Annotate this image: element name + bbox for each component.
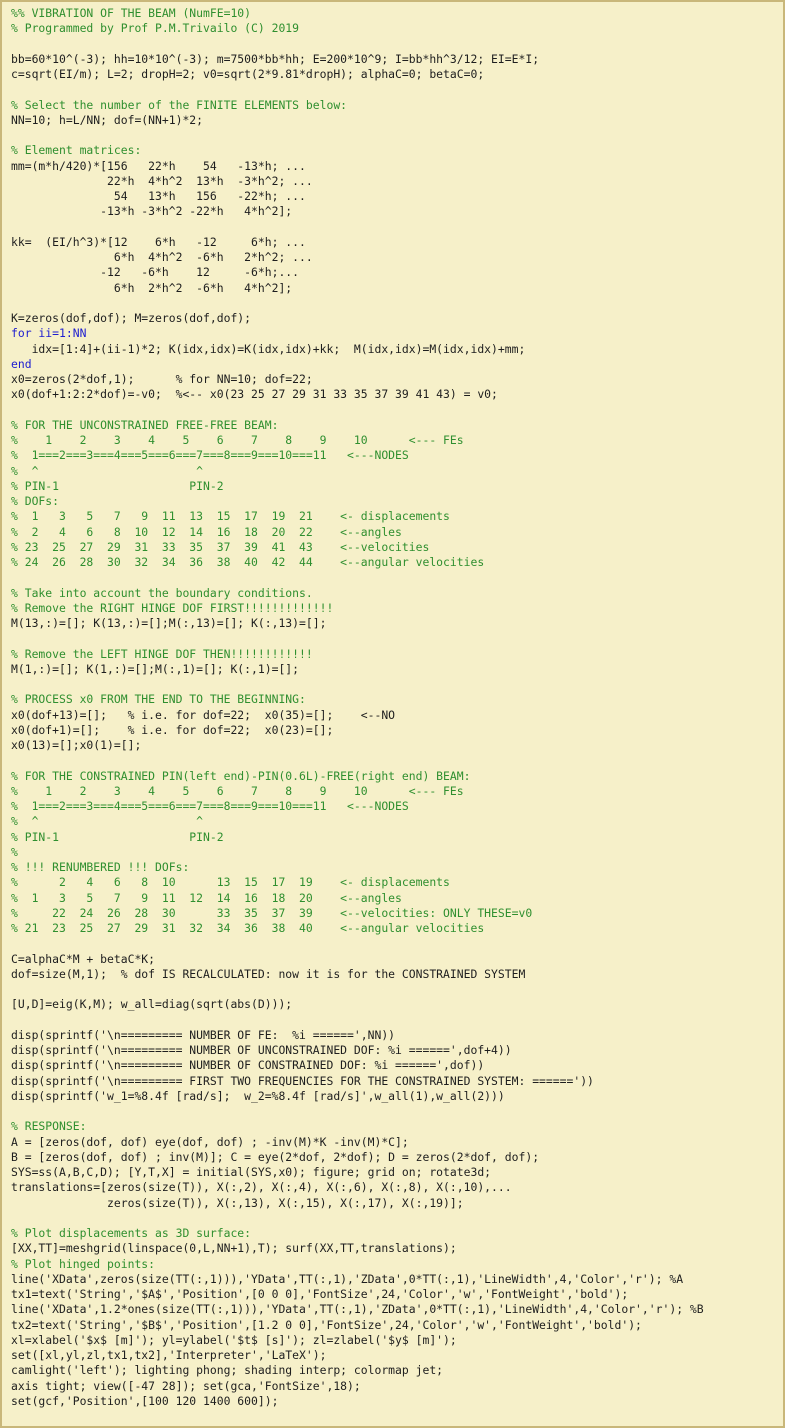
code-line: % 23 25 27 29 31 33 35 37 39 41 43 <--ve… xyxy=(11,539,430,554)
code-line: % !!! RENUMBERED !!! DOFs: xyxy=(11,860,190,874)
code-line: xl=xlabel('$x$ [m]'); yl=ylabel('$t$ [s]… xyxy=(11,1332,457,1347)
code-line: SYS=ss(A,B,C,D); [Y,T,X] = initial(SYS,x… xyxy=(11,1165,492,1179)
code-line: % ^ ^ xyxy=(11,463,204,478)
code-line: % xyxy=(11,844,18,859)
code-line: % PROCESS x0 FROM THE END TO THE BEGINNI… xyxy=(11,692,306,707)
code-line: 54 13*h 156 -22*h; ... xyxy=(11,189,306,203)
code-line: % 1===2===3===4===5===6===7===8===9===10… xyxy=(11,799,409,813)
code-line: -12 -6*h 12 -6*h;... xyxy=(11,265,300,280)
code-line: zeros(size(T)), X(:,13), X(:,15), X(:,17… xyxy=(11,1195,464,1210)
code-line: % 1 2 3 4 5 6 7 8 9 10 <--- FEs xyxy=(11,433,464,447)
code-line: x0(dof+1)=[]; % i.e. for dof=22; x0(23)=… xyxy=(11,722,334,737)
code-editor[interactable]: %% VIBRATION OF THE BEAM (NumFE=10)% Pro… xyxy=(0,0,785,1428)
code-line: % Remove the LEFT HINGE DOF THEN!!!!!!!!… xyxy=(11,646,313,661)
code-line: % Remove the RIGHT HINGE DOF FIRST!!!!!!… xyxy=(11,600,334,615)
code-line: % 1 2 3 4 5 6 7 8 9 10 <--- FEs xyxy=(11,783,464,798)
code-line: % 24 26 28 30 32 34 36 38 40 42 44 <--an… xyxy=(11,555,485,569)
code-line: c=sqrt(EI/m); L=2; dropH=2; v0=sqrt(2*9.… xyxy=(11,67,485,81)
code-line: x0=zeros(2*dof,1); % for NN=10; dof=22; xyxy=(11,372,313,386)
code-line: disp(sprintf('\n========= FIRST TWO FREQ… xyxy=(11,1073,594,1088)
code-line: B = [zeros(dof, dof) ; inv(M)]; C = eye(… xyxy=(11,1149,540,1164)
code-line: idx=[1:4]+(ii-1)*2; K(idx,idx)=K(idx,idx… xyxy=(11,341,526,356)
code-line: % FOR THE CONSTRAINED PIN(left end)-PIN(… xyxy=(11,768,471,783)
code-line: tx1=text('String','$A$','Position',[0 0 … xyxy=(11,1287,629,1301)
code-line: kk= (EI/h^3)*[12 6*h -12 6*h; ... xyxy=(11,234,306,249)
code-line: set([xl,yl,zl,tx1,tx2],'Interpreter','La… xyxy=(11,1348,327,1362)
code-line: disp(sprintf('\n========= NUMBER OF UNCO… xyxy=(11,1043,512,1057)
code-line: axis tight; view([-47 28]); set(gca,'Fon… xyxy=(11,1378,361,1393)
code-line: bb=60*10^(-3); hh=10*10^(-3); m=7500*bb*… xyxy=(11,51,540,66)
code-line: disp(sprintf('w_1=%8.4f [rad/s]; w_2=%8.… xyxy=(11,1088,505,1103)
code-line: % Plot hinged points: xyxy=(11,1256,156,1271)
code-line: 6*h 4*h^2 -6*h 2*h^2; ... xyxy=(11,250,313,264)
code-line: -13*h -3*h^2 -22*h 4*h^2]; xyxy=(11,204,293,219)
code-line: x0(13)=[];x0(1)=[]; xyxy=(11,738,142,752)
code-line: % 1 3 5 7 9 11 13 15 17 19 21 <- displac… xyxy=(11,509,450,524)
code-line: % Plot displacements as 3D surface: xyxy=(11,1226,252,1240)
code-line: disp(sprintf('\n========= NUMBER OF CONS… xyxy=(11,1058,485,1073)
code-line: % Take into account the boundary conditi… xyxy=(11,585,313,600)
code-line: % 1 3 5 7 9 11 12 14 16 18 20 <--angles xyxy=(11,890,402,905)
code-line: % ^ ^ xyxy=(11,814,204,829)
code-line: mm=(m*h/420)*[156 22*h 54 -13*h; ... xyxy=(11,158,306,173)
code-line: % FOR THE UNCONSTRAINED FREE-FREE BEAM: xyxy=(11,417,279,432)
code-line: translations=[zeros(size(T)), X(:,2), X(… xyxy=(11,1180,512,1195)
code-line: % 2 4 6 8 10 13 15 17 19 <- displacement… xyxy=(11,875,450,890)
code-line: set(gcf,'Position',[100 120 1400 600]); xyxy=(11,1393,279,1408)
code-line: x0(dof+1:2:2*dof)=-v0; %<-- x0(23 25 27 … xyxy=(11,387,498,402)
code-line: tx2=text('String','$B$','Position',[1.2 … xyxy=(11,1317,642,1332)
code-line: x0(dof+13)=[]; % i.e. for dof=22; x0(35)… xyxy=(11,707,396,722)
code-line: end xyxy=(11,356,32,371)
code-line: for ii=1:NN xyxy=(11,326,87,341)
code-line: 22*h 4*h^2 13*h -3*h^2; ... xyxy=(11,173,313,188)
code-line: % Programmed by Prof P.M.Trivailo (C) 20… xyxy=(11,21,300,36)
code-line: dof=size(M,1); % dof IS RECALCULATED: no… xyxy=(11,966,526,981)
code-line: % DOFs: xyxy=(11,494,60,508)
code-line: % Element matrices: xyxy=(11,143,142,158)
code-line: A = [zeros(dof, dof) eye(dof, dof) ; -in… xyxy=(11,1134,409,1149)
code-line: M(13,:)=[]; K(13,:)=[];M(:,13)=[]; K(:,1… xyxy=(11,616,327,630)
code-line: line('XData',zeros(size(TT(:,1))),'YData… xyxy=(11,1271,684,1286)
code-line: % PIN-1 PIN-2 xyxy=(11,478,224,493)
code-line: line('XData',1.2*ones(size(TT(:,1))),'YD… xyxy=(11,1302,704,1317)
code-line: C=alphaC*M + betaC*K; xyxy=(11,951,156,966)
code-line: % PIN-1 PIN-2 xyxy=(11,829,224,844)
code-line: %% VIBRATION OF THE BEAM (NumFE=10) xyxy=(11,6,252,20)
code-line: camlight('left'); lighting phong; shadin… xyxy=(11,1363,444,1378)
code-line: % RESPONSE: xyxy=(11,1119,87,1134)
code-line: % 1===2===3===4===5===6===7===8===9===10… xyxy=(11,448,409,463)
code-line: % 2 4 6 8 10 12 14 16 18 20 22 <--angles xyxy=(11,524,402,539)
code-line: [U,D]=eig(K,M); w_all=diag(sqrt(abs(D)))… xyxy=(11,997,293,1012)
code-line: disp(sprintf('\n========= NUMBER OF FE: … xyxy=(11,1027,396,1042)
code-line: K=zeros(dof,dof); M=zeros(dof,dof); xyxy=(11,311,252,325)
code-line: % Select the number of the FINITE ELEMEN… xyxy=(11,97,348,112)
code-line: M(1,:)=[]; K(1,:)=[];M(:,1)=[]; K(:,1)=[… xyxy=(11,661,300,676)
code-line: % 22 24 26 28 30 33 35 37 39 <--velociti… xyxy=(11,905,533,920)
code-content[interactable]: %% VIBRATION OF THE BEAM (NumFE=10)% Pro… xyxy=(11,6,779,1409)
code-line: NN=10; h=L/NN; dof=(NN+1)*2; xyxy=(11,112,204,127)
code-line: 6*h 2*h^2 -6*h 4*h^2]; xyxy=(11,280,293,295)
code-line: % 21 23 25 27 29 31 32 34 36 38 40 <--an… xyxy=(11,921,485,935)
code-line: [XX,TT]=meshgrid(linspace(0,L,NN+1),T); … xyxy=(11,1241,457,1256)
